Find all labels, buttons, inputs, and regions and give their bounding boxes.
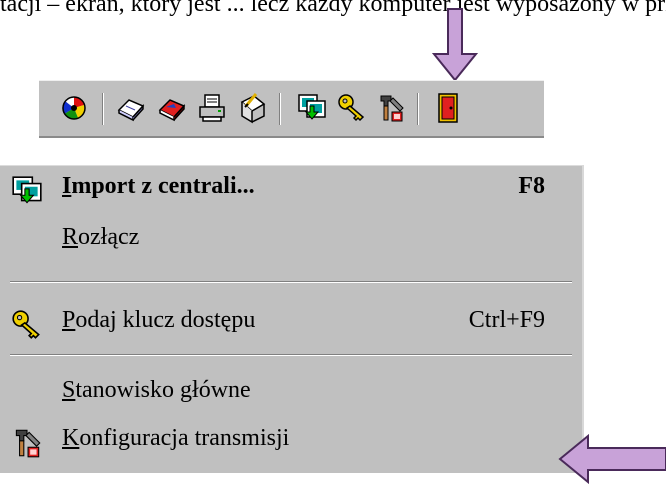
toolbar-separator — [417, 93, 419, 125]
left-arrow-annotation — [558, 434, 666, 484]
menu-item-shortcut: Ctrl+F9 — [468, 307, 545, 333]
import-download-icon[interactable] — [296, 92, 328, 124]
menu-item-main-station[interactable]: Stanowisko główne — [0, 374, 582, 414]
menu-separator — [10, 281, 572, 283]
tools-hammer-icon — [10, 426, 44, 460]
toolbar-separator — [102, 93, 104, 125]
toolbar-separator — [279, 93, 281, 125]
down-arrow-annotation — [432, 8, 478, 82]
edit-document-icon[interactable] — [236, 92, 268, 124]
transmission-menu: Import z centrali... F8 Rozłącz Podaj kl… — [0, 165, 584, 473]
color-wheel-icon[interactable] — [58, 92, 90, 124]
import-download-icon — [10, 174, 44, 208]
toolbar — [39, 80, 544, 138]
menu-item-label: Podaj klucz dostępu — [62, 307, 256, 333]
menu-item-label: Import z centrali... — [62, 173, 255, 199]
tools-hammer-icon[interactable] — [375, 92, 407, 124]
menu-item-label: Rozłącz — [62, 224, 140, 250]
menu-item-shortcut: F8 — [518, 173, 545, 199]
menu-item-transmission-config[interactable]: Konfiguracja transmisji — [0, 422, 582, 462]
menu-item-access-key[interactable]: Podaj klucz dostępu Ctrl+F9 — [0, 304, 582, 344]
key-icon — [10, 308, 44, 342]
red-book-icon[interactable] — [156, 92, 188, 124]
top-text-fragment: tacji – ekran, który jest ... lecz każdy… — [0, 0, 666, 17]
exit-door-icon[interactable] — [432, 92, 464, 124]
menu-item-label: Konfiguracja transmisji — [62, 425, 290, 451]
menu-item-disconnect[interactable]: Rozłącz — [0, 221, 582, 261]
key-icon[interactable] — [336, 92, 368, 124]
printer-icon[interactable] — [196, 92, 228, 124]
menu-separator — [10, 354, 572, 356]
open-book-icon[interactable] — [115, 92, 147, 124]
menu-item-label: Stanowisko główne — [62, 377, 251, 403]
menu-item-import[interactable]: Import z centrali... F8 — [0, 170, 582, 210]
